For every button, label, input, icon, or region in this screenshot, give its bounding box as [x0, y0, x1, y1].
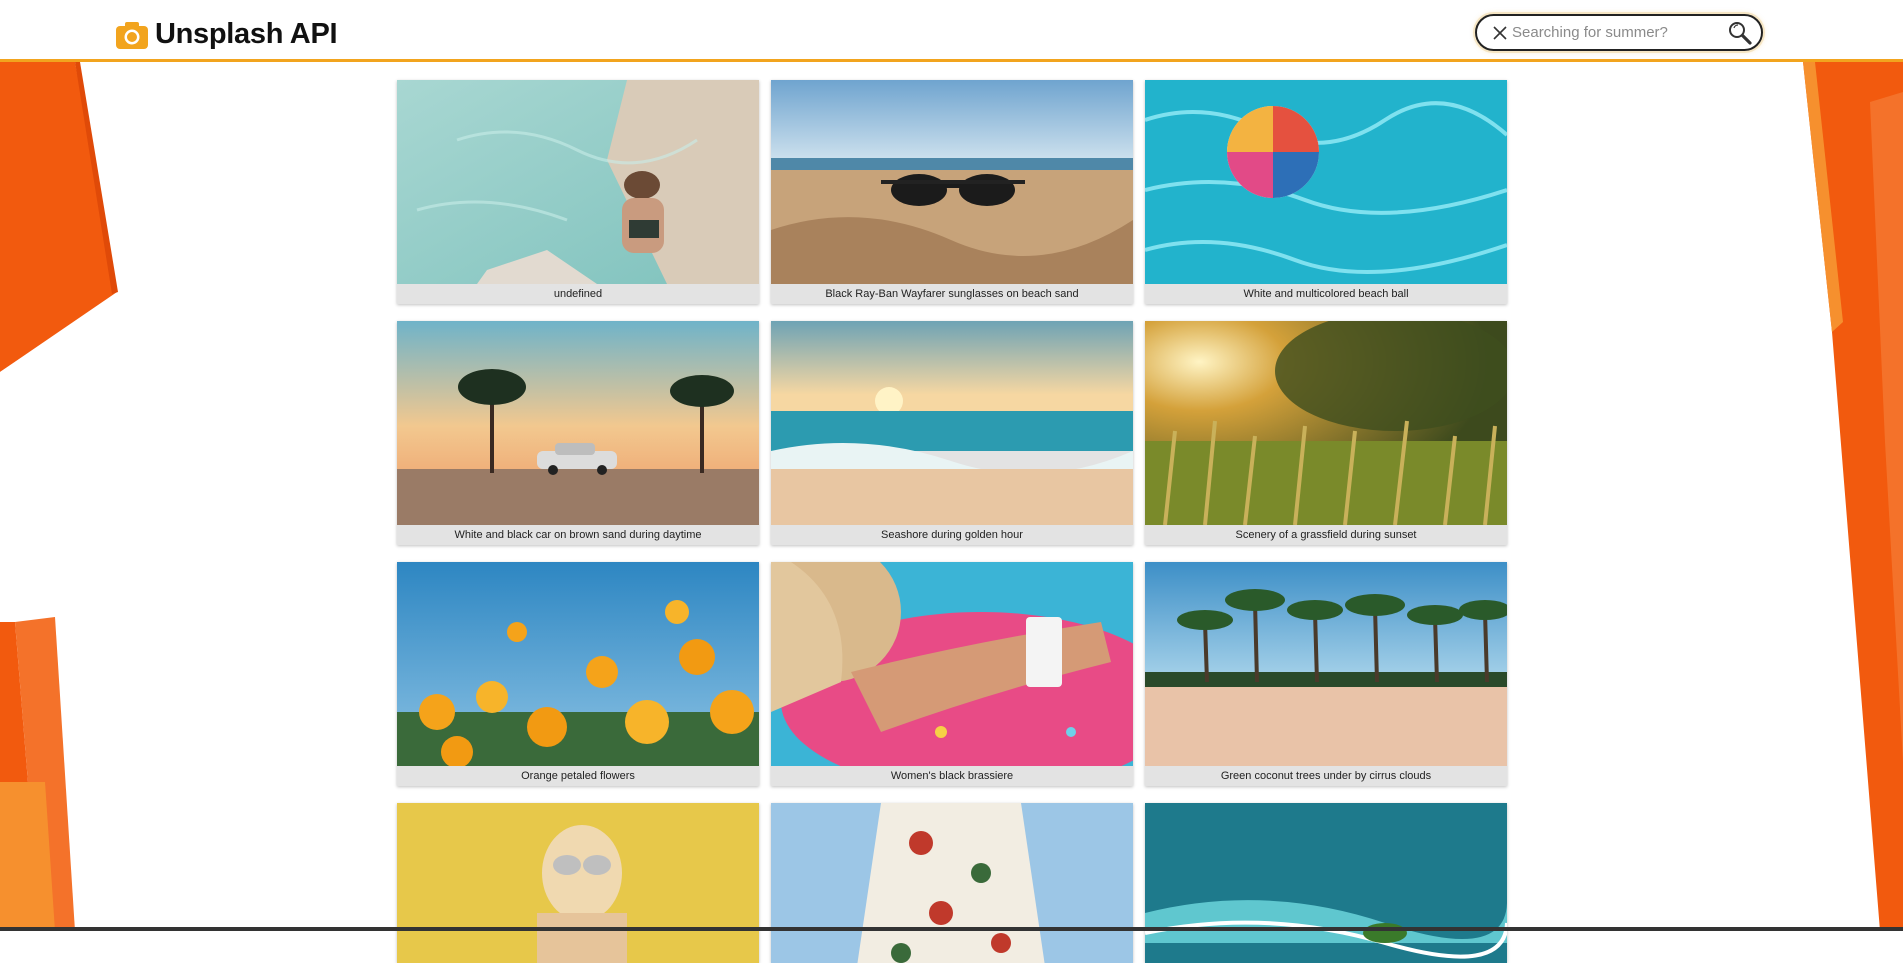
photo-grassfield-sunset [1145, 321, 1507, 525]
bottom-edge [0, 927, 1903, 931]
photo-caption: undefined [397, 284, 759, 304]
photo-caption: Seashore during golden hour [771, 525, 1133, 545]
photo-card[interactable]: Scenery of a grassfield during sunset [1145, 321, 1507, 545]
photo-card[interactable] [771, 803, 1133, 963]
photo-sunglasses-on-sand [771, 80, 1133, 284]
photo-floral-dress [771, 803, 1133, 963]
photo-card[interactable]: Orange petaled flowers [397, 562, 759, 786]
photo-card[interactable]: White and multicolored beach ball [1145, 80, 1507, 304]
photo-card[interactable]: White and black car on brown sand during… [397, 321, 759, 545]
photo-caption: Orange petaled flowers [397, 766, 759, 786]
search-input[interactable] [1512, 19, 1717, 46]
app-title: Unsplash API [155, 18, 338, 50]
photo-woman-on-donut-float [771, 562, 1133, 766]
photo-car-between-palms [397, 321, 759, 525]
photo-beach-ball-in-pool [1145, 80, 1507, 284]
photo-card[interactable] [1145, 803, 1507, 963]
photo-card[interactable]: Black Ray-Ban Wayfarer sunglasses on bea… [771, 80, 1133, 304]
photo-gallery: undefined Black Ray-Ban Wayfarer sunglas… [397, 80, 1507, 963]
brand: Unsplash API [115, 18, 338, 51]
app-header: Unsplash API [0, 0, 1903, 62]
photo-aerial-beach [1145, 803, 1507, 963]
photo-card[interactable]: undefined [397, 80, 759, 304]
photo-caption: Black Ray-Ban Wayfarer sunglasses on bea… [771, 284, 1133, 304]
search-bar [1475, 14, 1763, 51]
camera-icon [116, 21, 148, 49]
photo-caption: White and multicolored beach ball [1145, 284, 1507, 304]
photo-card[interactable]: Seashore during golden hour [771, 321, 1133, 545]
photo-caption: Women's black brassiere [771, 766, 1133, 786]
photo-seashore-sunset [771, 321, 1133, 525]
photo-woman-yellow-wall [397, 803, 759, 963]
photo-card[interactable]: Women's black brassiere [771, 562, 1133, 786]
search-icon[interactable] [1727, 20, 1753, 46]
photo-woman-in-pool [397, 80, 759, 284]
photo-palm-beach [1145, 562, 1507, 766]
photo-orange-flowers [397, 562, 759, 766]
photo-card[interactable]: Green coconut trees under by cirrus clou… [1145, 562, 1507, 786]
photo-card[interactable] [397, 803, 759, 963]
photo-caption: Green coconut trees under by cirrus clou… [1145, 766, 1507, 786]
photo-caption: White and black car on brown sand during… [397, 525, 759, 545]
close-icon[interactable] [1490, 23, 1510, 43]
photo-caption: Scenery of a grassfield during sunset [1145, 525, 1507, 545]
